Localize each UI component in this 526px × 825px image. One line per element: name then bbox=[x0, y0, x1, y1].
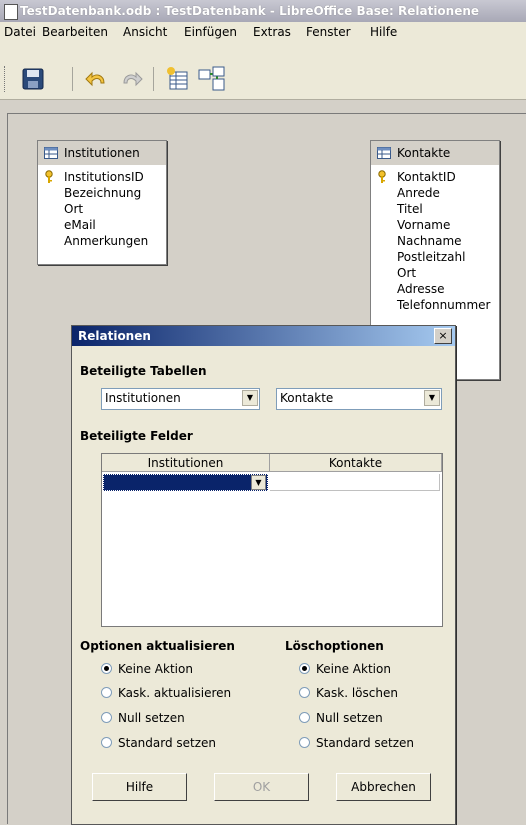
field-item[interactable]: Telefonnummer bbox=[397, 297, 490, 313]
toolbar-separator bbox=[153, 67, 154, 91]
radio-indicator bbox=[299, 687, 310, 698]
radio-indicator bbox=[101, 712, 112, 723]
toolbar bbox=[0, 43, 526, 100]
fields-grid[interactable]: Institutionen Kontakte ▼ bbox=[101, 453, 443, 627]
ok-button[interactable]: OK bbox=[214, 773, 309, 801]
table-window-institutionen[interactable]: Institutionen InstitutionsID Bezeichnung… bbox=[37, 140, 167, 265]
toolbar-separator bbox=[72, 67, 73, 91]
chevron-down-icon[interactable]: ▼ bbox=[424, 390, 440, 406]
field-item[interactable]: Ort bbox=[397, 265, 416, 281]
window-title: TestDatenbank.odb : TestDatenbank - Libr… bbox=[20, 4, 480, 18]
save-icon[interactable] bbox=[20, 65, 46, 93]
radio-label: Standard setzen bbox=[316, 736, 415, 750]
field-item[interactable]: Nachname bbox=[397, 233, 462, 249]
field-item[interactable]: KontaktID bbox=[397, 169, 456, 185]
table-window-header[interactable]: Kontakte bbox=[371, 141, 499, 165]
chevron-down-icon[interactable]: ▼ bbox=[251, 475, 266, 490]
radio-indicator bbox=[299, 712, 310, 723]
table1-value: Institutionen bbox=[105, 391, 181, 405]
table-icon bbox=[44, 147, 58, 159]
table-window-header[interactable]: Institutionen bbox=[38, 141, 166, 165]
field-item[interactable]: Postleitzahl bbox=[397, 249, 465, 265]
grid-column-header[interactable]: Kontakte bbox=[270, 454, 442, 472]
field-item[interactable]: Bezeichnung bbox=[64, 185, 141, 201]
field-item[interactable]: Anmerkungen bbox=[64, 233, 148, 249]
grid-column-header[interactable]: Institutionen bbox=[102, 454, 270, 472]
field-item[interactable]: InstitutionsID bbox=[64, 169, 144, 185]
dialog-titlebar[interactable]: Relationen bbox=[72, 326, 455, 346]
menu-bearbeiten[interactable]: Bearbeiten bbox=[42, 25, 108, 39]
radio-label: Keine Aktion bbox=[118, 662, 193, 676]
new-relation-icon[interactable] bbox=[197, 65, 225, 93]
involved-tables-label: Beteiligte Tabellen bbox=[80, 364, 207, 378]
primary-key-icon bbox=[378, 170, 386, 183]
help-button[interactable]: Hilfe bbox=[92, 773, 187, 801]
window-titlebar: TestDatenbank.odb : TestDatenbank - Libr… bbox=[0, 0, 526, 23]
close-button[interactable]: × bbox=[434, 328, 452, 344]
radio-label: Kask. löschen bbox=[316, 686, 398, 700]
redo-icon bbox=[118, 65, 144, 93]
table2-value: Kontakte bbox=[280, 391, 334, 405]
menu-hilfe[interactable]: Hilfe bbox=[370, 25, 397, 39]
field-item[interactable]: Adresse bbox=[397, 281, 445, 297]
new-table-icon[interactable] bbox=[165, 65, 191, 93]
field-list[interactable]: InstitutionsID Bezeichnung Ort eMail Anm… bbox=[40, 167, 164, 262]
menu-einfuegen[interactable]: Einfügen bbox=[184, 25, 237, 39]
table-name: Institutionen bbox=[64, 146, 140, 160]
radio-indicator bbox=[299, 663, 310, 674]
radio-label: Null setzen bbox=[118, 711, 185, 725]
radio-label: Keine Aktion bbox=[316, 662, 391, 676]
field-item[interactable]: Titel bbox=[397, 201, 423, 217]
radio-label: Standard setzen bbox=[118, 736, 217, 750]
table1-select[interactable]: Institutionen ▼ bbox=[101, 388, 260, 410]
field-item[interactable]: Vorname bbox=[397, 217, 450, 233]
cancel-button[interactable]: Abbrechen bbox=[336, 773, 431, 801]
involved-fields-label: Beteiligte Felder bbox=[80, 429, 193, 443]
table-icon bbox=[377, 147, 391, 159]
relations-dialog: Relationen × Beteiligte Tabellen Institu… bbox=[71, 325, 456, 825]
table-name: Kontakte bbox=[397, 146, 451, 160]
menu-extras[interactable]: Extras bbox=[253, 25, 291, 39]
grid-cell[interactable] bbox=[270, 474, 440, 491]
document-icon bbox=[4, 4, 18, 20]
menu-fenster[interactable]: Fenster bbox=[306, 25, 351, 39]
update-options-label: Optionen aktualisieren bbox=[80, 639, 235, 653]
radio-label: Kask. aktualisieren bbox=[118, 686, 232, 700]
radio-label: Null setzen bbox=[316, 711, 383, 725]
radio-indicator bbox=[101, 737, 112, 748]
delete-options-label: Löschoptionen bbox=[285, 639, 384, 653]
dialog-title: Relationen bbox=[78, 329, 151, 343]
field-item[interactable]: eMail bbox=[64, 217, 96, 233]
radio-indicator bbox=[101, 687, 112, 698]
radio-indicator bbox=[101, 663, 112, 674]
menu-bar: Datei Bearbeiten Ansicht Einfügen Extras… bbox=[0, 22, 526, 43]
menu-datei[interactable]: Datei bbox=[4, 25, 36, 39]
chevron-down-icon[interactable]: ▼ bbox=[242, 390, 258, 406]
undo-icon[interactable] bbox=[84, 65, 110, 93]
menu-ansicht[interactable]: Ansicht bbox=[123, 25, 167, 39]
table2-select[interactable]: Kontakte ▼ bbox=[276, 388, 442, 410]
field-item[interactable]: Ort bbox=[64, 201, 83, 217]
field-item[interactable]: Anrede bbox=[397, 185, 440, 201]
primary-key-icon bbox=[45, 170, 53, 183]
toolbar-grip[interactable] bbox=[4, 66, 9, 92]
grid-cell-field-select[interactable]: ▼ bbox=[103, 474, 268, 491]
radio-indicator bbox=[299, 737, 310, 748]
